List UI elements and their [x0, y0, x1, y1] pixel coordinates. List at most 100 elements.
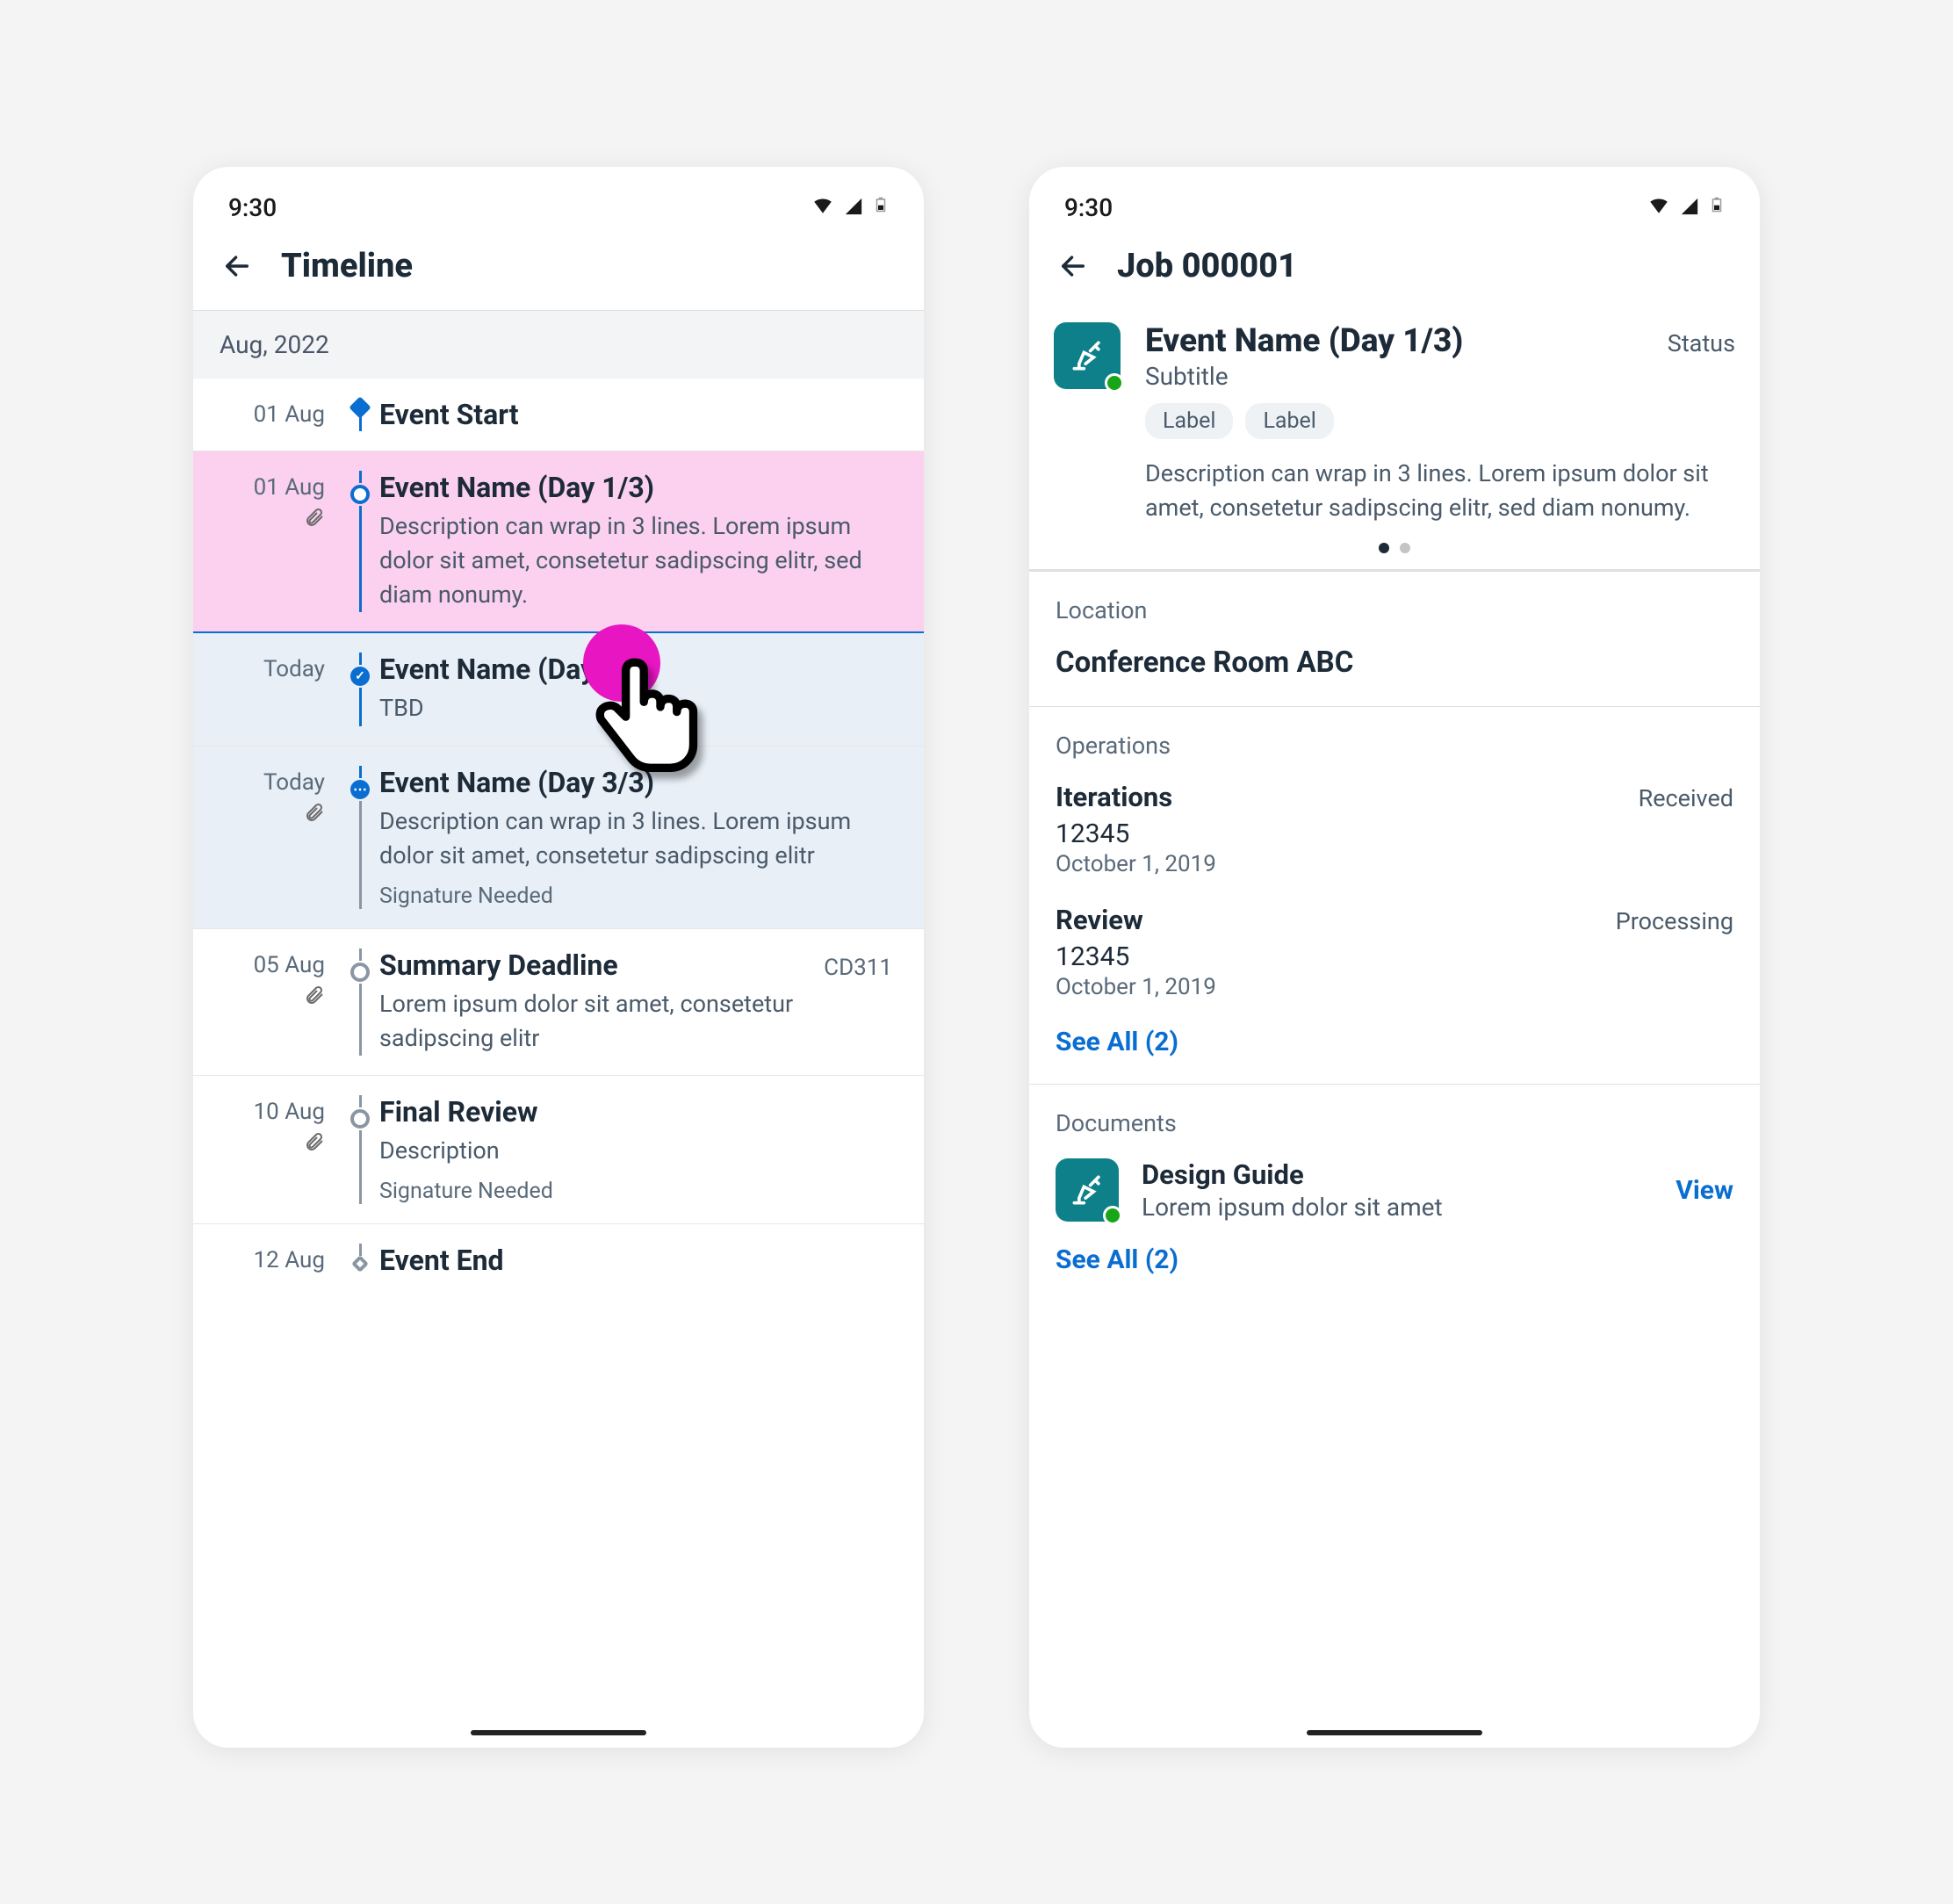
status-badge-icon [1105, 373, 1124, 393]
timeline-item-title: Event Name (Day 3/3) [379, 766, 892, 799]
timeline-date: 05 Aug [254, 948, 344, 978]
back-button[interactable] [1056, 249, 1091, 284]
timeline-item-code: CD311 [824, 955, 892, 981]
timeline-item-selected[interactable]: 01 Aug Event Name (Day 1/3) Description … [193, 451, 924, 633]
ellipsis-icon [350, 780, 370, 799]
timeline-item-title: Final Review [379, 1095, 892, 1129]
app-bar: Job 000001 [1029, 231, 1760, 310]
section-label: Operations [1056, 732, 1733, 760]
event-status: Status [1668, 329, 1735, 357]
timeline-item-sub: Signature Needed [379, 883, 892, 909]
wifi-icon [811, 193, 840, 222]
see-all-documents-link[interactable]: See All (2) [1056, 1244, 1733, 1275]
document-item[interactable]: Design Guide Lorem ipsum dolor sit amet … [1056, 1158, 1733, 1222]
timeline-date: 01 Aug [254, 471, 344, 501]
attachment-icon [304, 796, 344, 829]
timeline-item[interactable]: 12 Aug Event End [193, 1224, 924, 1296]
job-detail-screen: 9:30 Job 000001 Event N [1029, 167, 1760, 1748]
timeline-item-title: Summary Deadline [379, 948, 618, 982]
operation-date: October 1, 2019 [1056, 974, 1733, 1000]
timeline-item-title: Event Name (Day 2/3) [379, 653, 892, 686]
page-title: Job 000001 [1117, 247, 1297, 285]
see-all-operations-link[interactable]: See All (2) [1056, 1027, 1733, 1057]
documents-section: Documents Design Guide Lorem ipsum dolor… [1029, 1085, 1760, 1302]
attachment-icon [304, 1125, 344, 1158]
timeline-item-desc: TBD [379, 691, 892, 725]
wifi-icon [1647, 193, 1676, 222]
document-thumbnail [1056, 1158, 1119, 1222]
operation-number: 12345 [1056, 941, 1733, 972]
timeline-item[interactable]: 05 Aug Summary Deadline CD311 Lorem ipsu… [193, 929, 924, 1076]
cellular-icon [1680, 193, 1705, 222]
event-description: Description can wrap in 3 lines. Lorem i… [1145, 457, 1735, 525]
diamond-outline-icon [351, 1255, 369, 1273]
timeline-screen: 9:30 Timeline Aug, 2022 01 Aug [193, 167, 924, 1748]
back-button[interactable] [220, 249, 255, 284]
view-document-link[interactable]: View [1676, 1175, 1733, 1206]
timeline-date: 12 Aug [254, 1244, 344, 1273]
home-indicator[interactable] [471, 1730, 646, 1735]
circle-icon [350, 963, 370, 982]
event-thumbnail [1054, 322, 1121, 389]
label-chip[interactable]: Label [1145, 403, 1233, 439]
operation-status: Processing [1616, 907, 1733, 935]
timeline-item-title: Event End [379, 1244, 892, 1277]
battery-icon [873, 193, 889, 222]
event-header-card[interactable]: Event Name (Day 1/3) Status Subtitle Lab… [1029, 310, 1760, 572]
circle-icon [350, 485, 370, 504]
pager-dot-active [1379, 543, 1389, 553]
home-indicator[interactable] [1307, 1730, 1482, 1735]
page-indicator[interactable] [1054, 543, 1735, 553]
timeline-item-desc: Lorem ipsum dolor sit amet, consetetur s… [379, 987, 892, 1056]
label-chips: Label Label [1145, 403, 1735, 439]
location-section: Location Conference Room ABC [1029, 572, 1760, 707]
timeline-date: 01 Aug [254, 398, 344, 428]
attachment-icon [304, 501, 344, 534]
section-label: Documents [1056, 1109, 1733, 1137]
timeline-item-desc: Description [379, 1134, 892, 1168]
timeline-item[interactable]: 01 Aug Event Start [193, 379, 924, 451]
operation-status: Received [1639, 784, 1733, 812]
timeline-item[interactable]: Today Event Name (Day 3/3) Description c… [193, 746, 924, 929]
timeline-item-sub: Signature Needed [379, 1179, 892, 1204]
operation-date: October 1, 2019 [1056, 851, 1733, 877]
section-label: Location [1056, 596, 1733, 624]
operation-item[interactable]: Iterations Received 12345 October 1, 201… [1056, 781, 1733, 877]
battery-icon [1709, 193, 1725, 222]
document-description: Lorem ipsum dolor sit amet [1142, 1193, 1653, 1222]
status-time: 9:30 [228, 193, 277, 222]
operation-item[interactable]: Review Processing 12345 October 1, 2019 [1056, 904, 1733, 1000]
timeline-item[interactable]: 10 Aug Final Review Description Signatur… [193, 1076, 924, 1224]
timeline-date: Today [263, 766, 344, 796]
month-header: Aug, 2022 [193, 311, 924, 379]
timeline-item[interactable]: Today Event Name (Day 2/3) TBD [193, 633, 924, 746]
label-chip[interactable]: Label [1245, 403, 1333, 439]
pager-dot [1400, 543, 1410, 553]
timeline-list: 01 Aug Event Start 01 Aug Event Name (Da… [193, 379, 924, 1748]
check-icon [350, 667, 370, 686]
app-bar: Timeline [193, 231, 924, 311]
operations-section: Operations Iterations Received 12345 Oct… [1029, 707, 1760, 1085]
status-time: 9:30 [1064, 193, 1113, 222]
status-icons [808, 193, 889, 222]
timeline-item-title: Event Start [379, 398, 892, 431]
timeline-item-desc: Description can wrap in 3 lines. Lorem i… [379, 509, 892, 612]
circle-icon [350, 1109, 370, 1129]
status-bar: 9:30 [1029, 167, 1760, 231]
timeline-item-desc: Description can wrap in 3 lines. Lorem i… [379, 804, 892, 873]
timeline-item-title: Event Name (Day 1/3) [379, 471, 892, 504]
operation-title: Review [1056, 904, 1143, 936]
status-icons [1644, 193, 1725, 222]
document-title: Design Guide [1142, 1158, 1653, 1191]
event-title: Event Name (Day 1/3) [1145, 322, 1463, 360]
attachment-icon [304, 978, 344, 1012]
location-value: Conference Room ABC [1056, 645, 1733, 680]
page-title: Timeline [281, 247, 413, 285]
operation-number: 12345 [1056, 819, 1733, 849]
event-subtitle: Subtitle [1145, 362, 1735, 391]
timeline-date: 10 Aug [254, 1095, 344, 1125]
operation-title: Iterations [1056, 781, 1172, 813]
status-badge-icon [1103, 1206, 1122, 1225]
timeline-date: Today [263, 653, 344, 682]
status-bar: 9:30 [193, 167, 924, 231]
